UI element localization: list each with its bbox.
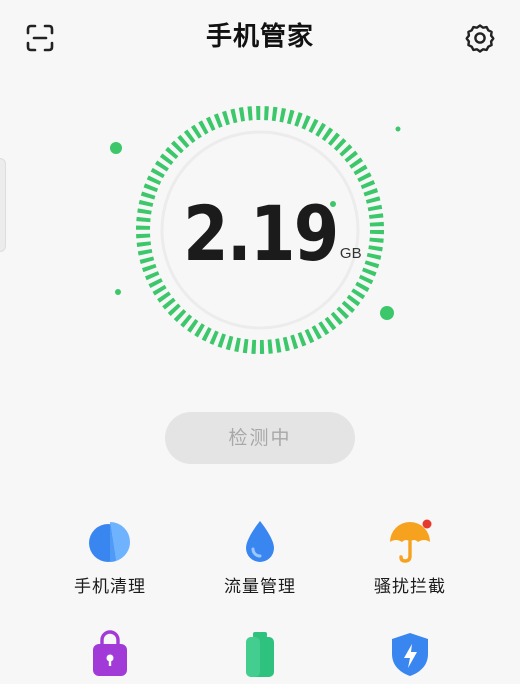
tool-harassment-block[interactable]: 骚扰拦截: [350, 518, 470, 597]
tool-security[interactable]: [350, 630, 470, 684]
umbrella-icon: [390, 519, 432, 563]
gear-icon: [465, 24, 495, 53]
decor-dot: [115, 289, 121, 295]
battery-icon: [246, 632, 274, 677]
notification-badge: [422, 519, 432, 529]
page-title: 手机管家: [205, 22, 314, 52]
tool-battery[interactable]: [200, 630, 320, 684]
tool-label: 流量管理: [224, 577, 296, 597]
shield-bolt-icon: [392, 633, 428, 676]
pie-clean-icon: [89, 522, 130, 562]
tool-data-usage[interactable]: 流量管理: [200, 518, 320, 597]
decor-dot: [110, 142, 122, 154]
lock-bag-icon: [93, 630, 127, 676]
storage-unit: GB: [339, 245, 362, 262]
checking-button[interactable]: 检测中: [165, 412, 355, 464]
settings-button[interactable]: [464, 22, 496, 54]
top-bar: 手机管家: [0, 0, 520, 76]
storage-readout: 2.19 GB: [0, 182, 520, 272]
tool-app-lock[interactable]: [50, 630, 170, 684]
decor-dot: [380, 306, 394, 320]
tool-label: 骚扰拦截: [374, 577, 446, 597]
tool-label: 手机清理: [74, 577, 146, 597]
water-drop-icon: [246, 521, 274, 562]
decor-dot: [395, 126, 401, 132]
storage-value: 2.19: [183, 189, 340, 278]
tool-phone-clean[interactable]: 手机清理: [50, 518, 170, 597]
